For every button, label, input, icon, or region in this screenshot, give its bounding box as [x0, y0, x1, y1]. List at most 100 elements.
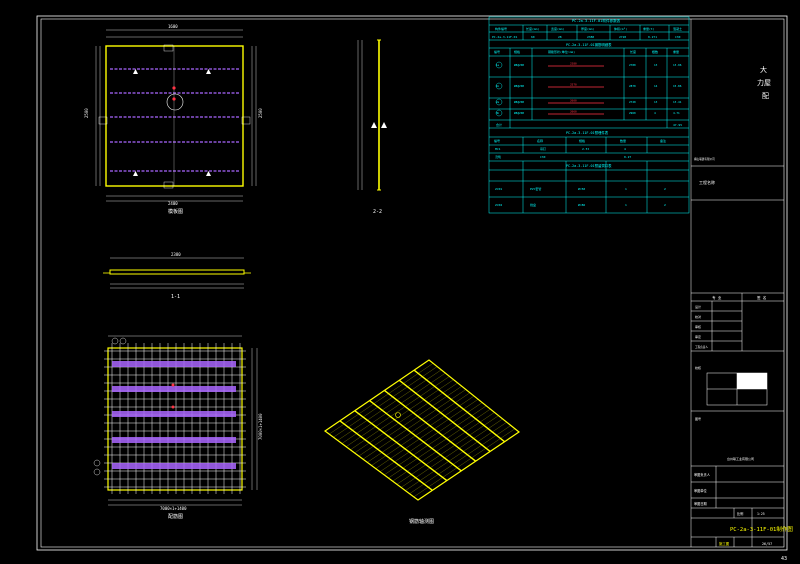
stamp-text: 台州联工业有限公司	[727, 456, 754, 461]
svg-text:审定: 审定	[695, 334, 701, 339]
svg-text:审图单位: 审图单位	[694, 488, 708, 493]
lifting-point-marker	[133, 69, 138, 74]
rebar-shape-dim: 2570	[570, 83, 577, 87]
svg-text:长度: 长度	[630, 49, 636, 54]
table-text: PC-2a-3-11F-01构件参数表 构件编号 长度(mm) 宽度(mm) 厚…	[492, 18, 682, 207]
plan-view-title: 模板图	[168, 208, 183, 215]
rebar-weight: 15.86	[673, 84, 682, 88]
rebar-shape-dim: 2660	[570, 110, 577, 114]
rebar-table-title: PC-2a-3-11F-01钢筋明细表	[566, 42, 612, 47]
concrete-table-title: PC-2a-3-11F-01预埋件表	[566, 130, 609, 135]
svg-text:备注: 备注	[660, 138, 666, 143]
svg-text:28: 28	[558, 35, 562, 39]
rebar-band	[112, 463, 236, 469]
sheet-number: 26/57	[762, 542, 772, 546]
rebar-id: 1b	[496, 84, 500, 88]
right-title-2: 力屋	[757, 78, 771, 87]
rebar-id: 1a	[496, 63, 500, 67]
svg-text:重量(t): 重量(t)	[643, 26, 655, 31]
svg-text:审图日期: 审图日期	[694, 501, 707, 506]
rebar-length: 2780	[629, 63, 636, 67]
iso-bar	[346, 376, 450, 447]
rebar-dim-bottom: 7000×1+1400	[160, 506, 187, 511]
svg-text:1: 1	[625, 203, 627, 207]
svg-text:工程负责人: 工程负责人	[695, 345, 708, 349]
svg-text:图号: 图号	[695, 416, 701, 421]
outer-frame	[36, 15, 788, 551]
svg-text:C30: C30	[540, 155, 546, 159]
svg-text:校核: 校核	[695, 365, 701, 370]
svg-text:吊钉: 吊钉	[540, 146, 546, 151]
svg-text:ZJ02: ZJ02	[495, 203, 502, 207]
lifting-point-marker	[206, 69, 211, 74]
iso-bar	[333, 366, 438, 438]
iso-bar	[354, 382, 458, 454]
svg-text:规格: 规格	[514, 49, 520, 54]
svg-text:编号: 编号	[494, 49, 500, 54]
rebar-id: 3b	[496, 111, 500, 115]
embed-marker	[172, 86, 176, 90]
lifting-point-marker	[206, 171, 211, 176]
rebar-grid	[104, 343, 246, 494]
rebar-count: 4	[654, 111, 656, 115]
svg-text:Ø=50: Ø=50	[578, 186, 585, 191]
section-2-2-title: 2-2	[373, 209, 382, 215]
section-1-1: 2380 1-1	[103, 252, 251, 300]
svg-text:名称: 名称	[537, 138, 543, 143]
section-2-2: 2-2	[357, 39, 387, 215]
svg-text:2720: 2720	[619, 35, 626, 39]
main-table-title: PC-2a-3-11F-01构件参数表	[572, 18, 621, 23]
svg-text:根数: 根数	[652, 49, 658, 54]
rebar-band	[112, 411, 236, 417]
title-block-text: 大 力屋 配 横山联建有限公司 工程名称 专 业 签 名 设计 校对 审核 审定…	[694, 65, 793, 546]
project-label: 工程名称	[699, 179, 715, 185]
lifting-point-marker	[133, 171, 138, 176]
plan-dim-left: 2500	[84, 108, 89, 118]
rebar-plan: 7000×1+1400 7000×1+1400 配筋图	[93, 335, 263, 520]
rebar-plan-title: 配筋图	[168, 513, 183, 520]
section-1-1-title: 1-1	[171, 294, 180, 300]
rebar-band	[112, 361, 236, 367]
rebar-dim-right: 7000×1+1400	[258, 413, 263, 440]
svg-text:C30: C30	[675, 35, 681, 39]
svg-text:MJ1: MJ1	[495, 147, 501, 151]
plan-dim-bottom: 2400	[168, 201, 178, 206]
plan-outline	[105, 45, 244, 187]
svg-text:PC-2a-3-11F-01: PC-2a-3-11F-01	[492, 35, 517, 39]
svg-text:1: 1	[625, 187, 627, 191]
plan-dim-top: 1600	[168, 24, 178, 29]
svg-text:混凝土: 混凝土	[673, 26, 682, 31]
iso-bar	[329, 363, 434, 435]
svg-text:签 名: 签 名	[757, 295, 767, 300]
page-number: 43	[781, 556, 787, 562]
rebar-band	[112, 437, 236, 443]
plan-dim-right: 2500	[258, 108, 263, 118]
svg-text:0.27: 0.27	[624, 155, 631, 159]
right-title-1: 大	[760, 65, 767, 74]
iso-view-title: 钢筋轴测图	[409, 518, 434, 525]
rebar-shape-dim: 2380	[570, 62, 577, 66]
rebar-spec: Ø8@200	[514, 99, 524, 104]
rebar-length: 2720	[629, 100, 636, 104]
section-1-dim: 2380	[171, 252, 181, 257]
plan-view: 1600 2400 2500 2500 模板图	[84, 24, 263, 215]
svg-text:重量: 重量	[673, 49, 679, 54]
rebar-weight: 13.96	[673, 63, 682, 67]
svg-text:厚度(mm): 厚度(mm)	[581, 26, 594, 31]
rebar-spec: Ø8@200	[514, 110, 524, 115]
svg-text:数量: 数量	[620, 138, 626, 143]
rebar-id: 2a	[496, 100, 500, 104]
svg-text:60: 60	[531, 35, 535, 39]
svg-text:设计: 设计	[695, 304, 701, 309]
design-stage: 施工图	[719, 541, 730, 546]
svg-text:0.271: 0.271	[648, 35, 657, 39]
company-short: 横山联建有限公司	[694, 157, 715, 161]
svg-text:校对: 校对	[695, 314, 701, 319]
svg-text:线盒: 线盒	[530, 202, 536, 207]
iso-bar	[367, 392, 470, 463]
parts-table-title: PC-2a-3-11F-01预留洞口表	[566, 163, 612, 168]
cad-drawing: 43 1600 2400 2500 2500 模板图 2-2 2380 1-1 …	[36, 15, 793, 562]
svg-text:4: 4	[624, 147, 626, 151]
svg-text:长度(mm): 长度(mm)	[526, 26, 539, 31]
svg-text:2: 2	[664, 203, 666, 207]
